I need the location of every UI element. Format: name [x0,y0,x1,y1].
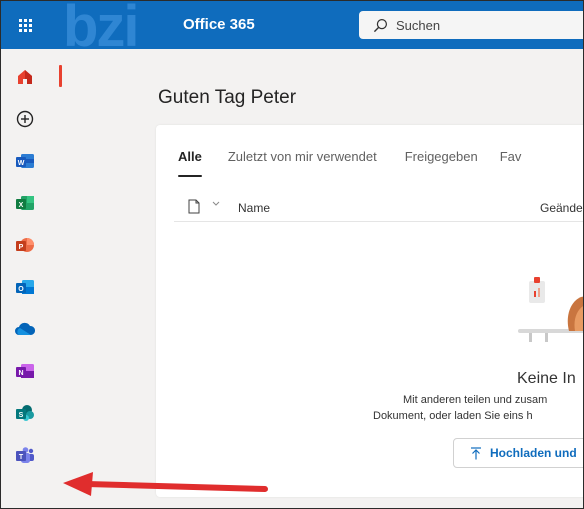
word-icon: W [16,154,34,168]
upload-button[interactable]: Hochladen und [453,438,583,468]
svg-text:O: O [18,286,24,293]
active-item-indicator [59,65,62,87]
tab-recent[interactable]: Zuletzt von mir verwendet [228,149,377,171]
rail-sharepoint[interactable]: S [1,395,49,431]
onenote-icon: N [16,364,34,378]
onedrive-icon [15,322,35,335]
red-arrow-annotation [63,472,268,496]
empty-state-text-line2: Dokument, oder laden Sie eins h [373,410,533,422]
rail-word[interactable]: W [1,143,49,179]
svg-text:X: X [19,202,24,209]
column-name-header[interactable]: Name [238,201,270,215]
rail-excel[interactable]: X [1,185,49,221]
rail-onedrive[interactable] [1,311,49,347]
home-icon [18,70,32,84]
tab-all[interactable]: Alle [178,149,202,177]
column-changed-header[interactable]: Geände [540,201,583,215]
bzi-logo: bzi [63,0,140,59]
file-type-icon[interactable] [188,199,200,214]
app-title[interactable]: Office 365 [183,16,255,33]
svg-text:P: P [19,244,24,251]
app-launcher-button[interactable] [1,1,49,49]
upload-button-label: Hochladen und [490,446,577,460]
app-window: bzi Office 365 Suchen W X P O N S T Gute… [0,0,584,509]
document-tabs: Alle Zuletzt von mir verwendet Freigegeb… [178,149,547,177]
chevron-down-icon[interactable] [212,201,220,207]
rail-create[interactable] [1,101,49,137]
search-icon [373,18,388,32]
rail-onenote[interactable]: N [1,353,49,389]
svg-text:T: T [19,454,24,461]
top-bar: bzi Office 365 [1,1,583,56]
rail-teams[interactable]: T [1,437,49,473]
sharepoint-icon: S [16,405,34,421]
tab-shared[interactable]: Freigegeben [405,149,478,171]
svg-text:S: S [19,412,24,419]
waffle-icon [18,18,32,32]
left-app-rail: W X P O N S T [1,49,49,508]
teams-icon: T [16,447,34,463]
svg-text:N: N [18,370,23,377]
page-greeting: Guten Tag Peter [158,87,297,108]
tab-favorites[interactable]: Fav [500,149,522,171]
search-input[interactable] [396,17,556,33]
empty-state-text-line1: Mit anderen teilen und zusam [403,394,548,406]
rail-outlook[interactable]: O [1,269,49,305]
excel-icon: X [16,196,34,210]
rail-home[interactable] [1,59,49,95]
svg-text:W: W [18,160,25,167]
search-box[interactable] [359,11,583,39]
empty-state-illustration [518,277,583,342]
powerpoint-icon: P [16,238,34,252]
rail-powerpoint[interactable]: P [1,227,49,263]
upload-arrow-icon [471,446,481,459]
empty-state-title: Keine In [517,370,576,387]
create-icon [16,110,34,128]
outlook-icon: O [16,280,34,294]
file-list-header: Name Geände [174,191,583,222]
